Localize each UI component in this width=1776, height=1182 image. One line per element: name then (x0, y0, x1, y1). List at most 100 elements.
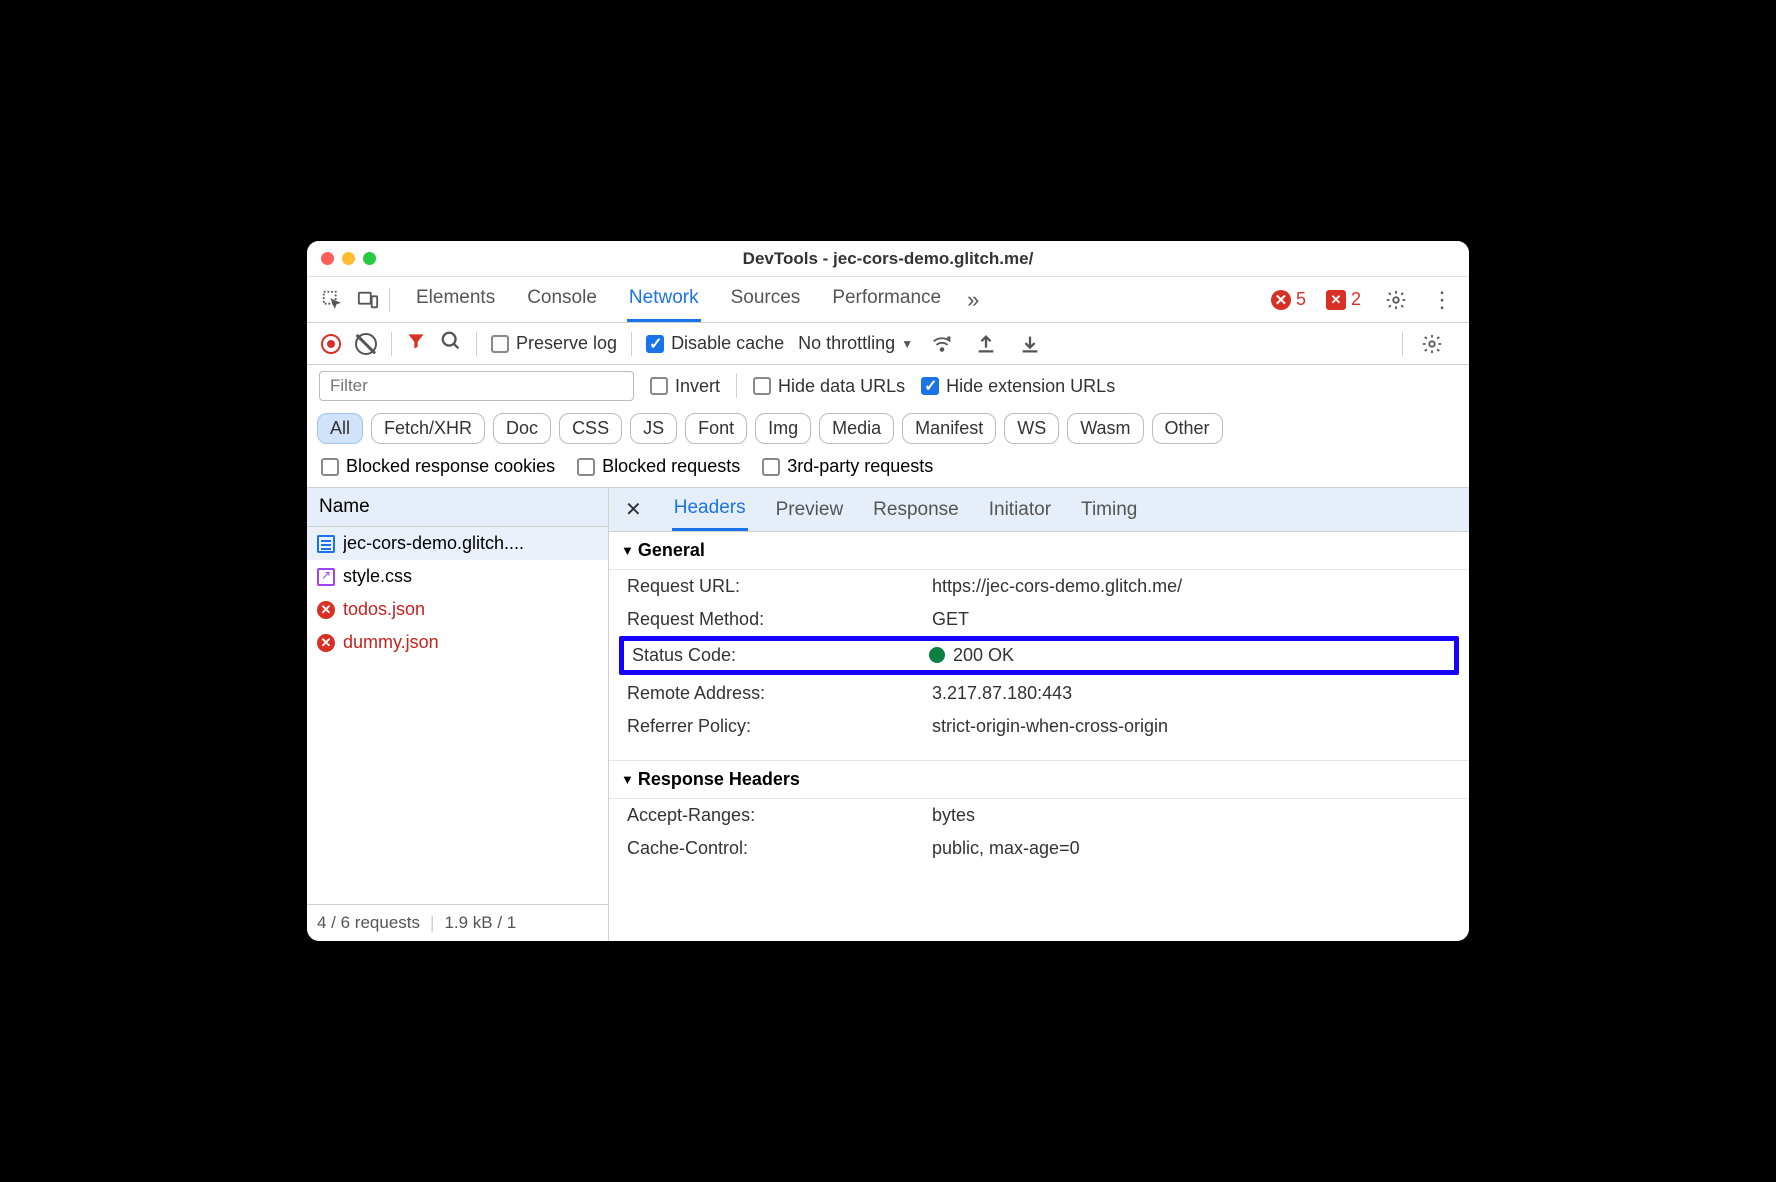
third-party-checkbox[interactable]: 3rd-party requests (762, 456, 933, 477)
issue-icon: ✕ (1326, 290, 1346, 310)
header-value: bytes (932, 805, 1451, 826)
chip-manifest[interactable]: Manifest (902, 413, 996, 444)
chip-ws[interactable]: WS (1004, 413, 1059, 444)
tab-elements[interactable]: Elements (414, 277, 497, 322)
chip-css[interactable]: CSS (559, 413, 622, 444)
divider (736, 374, 737, 398)
settings-gear-icon[interactable] (1381, 285, 1411, 315)
response-headers-section-header[interactable]: ▼ Response Headers (609, 761, 1469, 799)
error-icon: ✕ (317, 601, 335, 619)
header-row: Referrer Policy: strict-origin-when-cros… (609, 710, 1469, 743)
minimize-window-button[interactable] (342, 252, 355, 265)
header-value: GET (932, 609, 1451, 630)
blocked-cookies-checkbox[interactable]: Blocked response cookies (321, 456, 555, 477)
header-key: Status Code: (632, 645, 929, 666)
request-list: jec-cors-demo.glitch.... style.css ✕ tod… (307, 527, 608, 904)
transfer-size: 1.9 kB / 1 (444, 913, 516, 933)
detail-tab-response[interactable]: Response (871, 490, 961, 530)
general-section-header[interactable]: ▼ General (609, 532, 1469, 570)
error-count: 5 (1296, 289, 1306, 310)
upload-har-icon[interactable] (971, 329, 1001, 359)
issue-count-badge[interactable]: ✕ 2 (1326, 289, 1361, 310)
type-filter-chips: All Fetch/XHR Doc CSS JS Font Img Media … (307, 407, 1469, 450)
hide-data-label: Hide data URLs (778, 376, 905, 397)
chip-js[interactable]: JS (630, 413, 677, 444)
chip-wasm[interactable]: Wasm (1067, 413, 1143, 444)
tab-performance[interactable]: Performance (830, 277, 943, 322)
download-har-icon[interactable] (1015, 329, 1045, 359)
kebab-menu-icon[interactable]: ⋮ (1425, 287, 1459, 313)
blocked-requests-checkbox[interactable]: Blocked requests (577, 456, 740, 477)
maximize-window-button[interactable] (363, 252, 376, 265)
throttling-value: No throttling (798, 333, 895, 354)
request-detail-panel: ✕ Headers Preview Response Initiator Tim… (609, 488, 1469, 941)
content-split: Name jec-cors-demo.glitch.... style.css … (307, 488, 1469, 941)
header-row-status: Status Code: 200 OK (624, 641, 1454, 670)
error-icon: ✕ (1271, 290, 1291, 310)
titlebar: DevTools - jec-cors-demo.glitch.me/ (307, 241, 1469, 277)
chip-media[interactable]: Media (819, 413, 894, 444)
status-bar: 4 / 6 requests | 1.9 kB / 1 (307, 904, 608, 941)
request-name: style.css (343, 566, 412, 587)
issue-count: 2 (1351, 289, 1361, 310)
clear-button-icon[interactable] (355, 333, 377, 355)
throttling-select[interactable]: No throttling ▼ (798, 333, 913, 354)
third-party-label: 3rd-party requests (787, 456, 933, 477)
invert-checkbox[interactable]: Invert (650, 376, 720, 397)
main-tabbar: Elements Console Network Sources Perform… (307, 277, 1469, 323)
chip-font[interactable]: Font (685, 413, 747, 444)
header-row: Accept-Ranges: bytes (609, 799, 1469, 832)
chip-other[interactable]: Other (1152, 413, 1223, 444)
hide-data-urls-checkbox[interactable]: Hide data URLs (753, 376, 905, 397)
network-toolbar: Preserve log Disable cache No throttling… (307, 323, 1469, 365)
filter-funnel-icon[interactable] (406, 331, 426, 356)
device-toggle-icon[interactable] (353, 285, 383, 315)
checkbox-checked-icon (921, 377, 939, 395)
tab-sources[interactable]: Sources (729, 277, 803, 322)
close-window-button[interactable] (321, 252, 334, 265)
request-row[interactable]: jec-cors-demo.glitch.... (307, 527, 608, 560)
header-key: Request URL: (627, 576, 932, 597)
request-row[interactable]: style.css (307, 560, 608, 593)
hide-extension-urls-checkbox[interactable]: Hide extension URLs (921, 376, 1115, 397)
detail-tab-preview[interactable]: Preview (774, 490, 846, 530)
disable-cache-checkbox[interactable]: Disable cache (646, 333, 784, 354)
chip-fetch-xhr[interactable]: Fetch/XHR (371, 413, 485, 444)
chip-doc[interactable]: Doc (493, 413, 551, 444)
preserve-log-checkbox[interactable]: Preserve log (491, 333, 617, 354)
network-conditions-icon[interactable] (927, 329, 957, 359)
chip-all[interactable]: All (317, 413, 363, 444)
header-value: strict-origin-when-cross-origin (932, 716, 1451, 737)
chip-img[interactable]: Img (755, 413, 811, 444)
name-column-header[interactable]: Name (307, 488, 608, 527)
detail-tab-headers[interactable]: Headers (672, 488, 748, 531)
tab-console[interactable]: Console (525, 277, 599, 322)
options-row: Blocked response cookies Blocked request… (307, 450, 1469, 488)
response-headers-title: Response Headers (638, 769, 800, 790)
more-tabs-chevron-icon[interactable]: » (967, 287, 979, 313)
filter-input[interactable] (319, 371, 634, 401)
record-button-icon[interactable] (321, 334, 341, 354)
detail-tab-initiator[interactable]: Initiator (987, 490, 1053, 530)
request-row[interactable]: ✕ todos.json (307, 593, 608, 626)
preserve-log-label: Preserve log (516, 333, 617, 354)
header-row: Request URL: https://jec-cors-demo.glitc… (609, 570, 1469, 603)
detail-tab-timing[interactable]: Timing (1079, 490, 1139, 530)
error-count-badge[interactable]: ✕ 5 (1271, 289, 1306, 310)
request-name: todos.json (343, 599, 425, 620)
request-list-panel: Name jec-cors-demo.glitch.... style.css … (307, 488, 609, 941)
inspect-element-icon[interactable] (317, 285, 347, 315)
checkbox-icon (753, 377, 771, 395)
request-row[interactable]: ✕ dummy.json (307, 626, 608, 659)
search-icon[interactable] (440, 330, 462, 357)
window-title: DevTools - jec-cors-demo.glitch.me/ (307, 249, 1469, 269)
header-key: Referrer Policy: (627, 716, 932, 737)
status-dot-icon (929, 647, 945, 663)
general-section-title: General (638, 540, 705, 561)
disclosure-triangle-icon: ▼ (621, 772, 634, 787)
network-settings-gear-icon[interactable] (1417, 329, 1447, 359)
header-key: Cache-Control: (627, 838, 932, 859)
close-detail-icon[interactable]: ✕ (621, 497, 646, 522)
disable-cache-label: Disable cache (671, 333, 784, 354)
tab-network[interactable]: Network (627, 277, 701, 322)
